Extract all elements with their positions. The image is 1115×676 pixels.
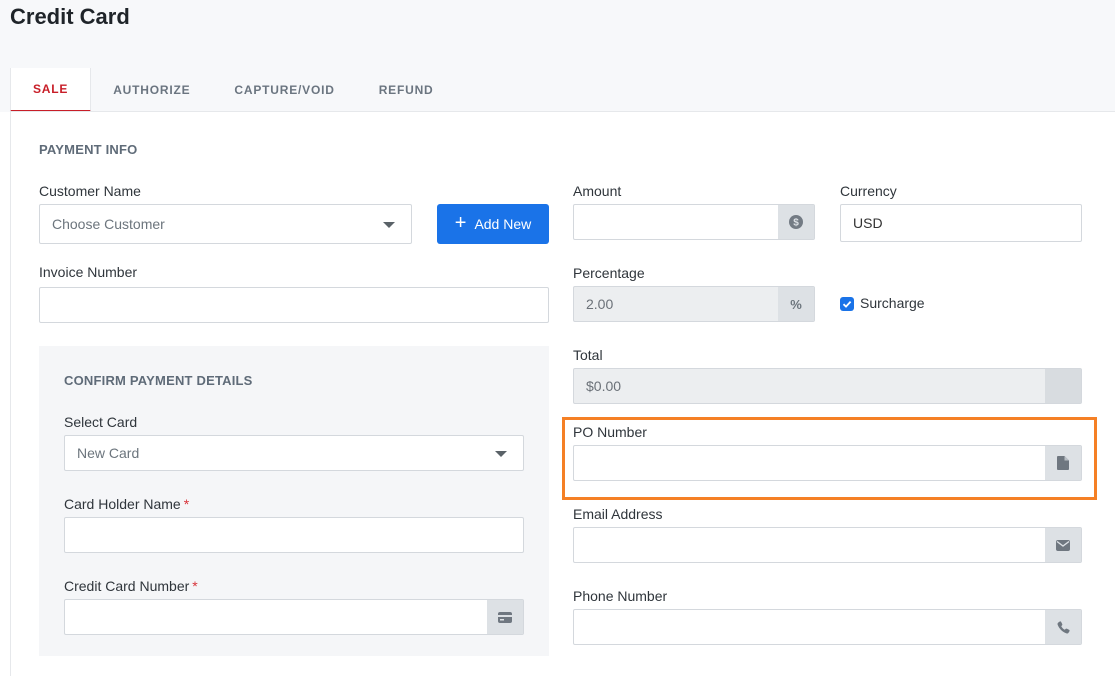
card-holder-input[interactable]: [64, 517, 524, 553]
dollar-icon: $: [778, 205, 814, 239]
page-title: Credit Card: [10, 4, 130, 29]
chevron-down-icon: [383, 222, 395, 228]
invoice-number-label: Invoice Number: [39, 264, 138, 280]
envelope-icon: [1045, 528, 1081, 562]
percent-addon: %: [778, 287, 814, 321]
percentage-label: Percentage: [573, 265, 645, 281]
tab-sale[interactable]: SALE: [10, 68, 92, 112]
card-number-input[interactable]: [64, 599, 524, 635]
total-label: Total: [573, 347, 603, 363]
payment-info-title: PAYMENT INFO: [39, 142, 138, 157]
email-label: Email Address: [573, 506, 663, 522]
card-holder-label: Card Holder Name *: [64, 496, 189, 512]
select-card-value: New Card: [77, 445, 140, 461]
tab-refund[interactable]: REFUND: [357, 68, 456, 112]
chevron-down-icon: [495, 451, 507, 457]
phone-input[interactable]: [573, 609, 1082, 645]
email-input[interactable]: [573, 527, 1082, 563]
plus-icon: +: [454, 212, 467, 234]
select-card-label: Select Card: [64, 414, 138, 430]
currency-input[interactable]: USD: [840, 204, 1082, 242]
add-new-button[interactable]: + Add New: [437, 204, 549, 244]
currency-label: Currency: [840, 183, 897, 199]
total-addon: [1045, 369, 1081, 403]
credit-card-icon: [487, 600, 523, 634]
amount-input[interactable]: $: [573, 204, 815, 240]
total-input: $0.00: [573, 368, 1082, 404]
percentage-input[interactable]: 2.00 %: [573, 286, 815, 322]
po-number-highlight: [562, 417, 1097, 500]
surcharge-label: Surcharge: [860, 295, 925, 311]
surcharge-checkbox[interactable]: [840, 297, 854, 311]
customer-select[interactable]: Choose Customer: [39, 204, 412, 244]
add-new-label: Add New: [474, 216, 532, 232]
phone-label: Phone Number: [573, 588, 668, 604]
total-value: $0.00: [586, 378, 622, 394]
tab-capture-void[interactable]: CAPTURE/VOID: [212, 68, 356, 112]
tab-bar: SALE AUTHORIZE CAPTURE/VOID REFUND: [10, 68, 456, 112]
amount-label: Amount: [573, 183, 622, 199]
currency-value: USD: [853, 215, 883, 231]
required-mark: *: [183, 496, 190, 512]
phone-icon: [1045, 610, 1081, 644]
required-mark: *: [192, 578, 198, 594]
confirm-payment-title: CONFIRM PAYMENT DETAILS: [64, 373, 253, 388]
svg-text:$: $: [793, 218, 799, 229]
customer-name-label: Customer Name: [39, 183, 141, 199]
checkmark-icon: [842, 300, 852, 308]
select-card-dropdown[interactable]: New Card: [64, 435, 524, 471]
card-number-label: Credit Card Number *: [64, 578, 198, 594]
card-holder-label-text: Card Holder Name: [64, 496, 181, 512]
percentage-value: 2.00: [586, 296, 614, 312]
tab-authorize[interactable]: AUTHORIZE: [91, 68, 212, 112]
invoice-number-input[interactable]: [39, 287, 549, 323]
card-number-label-text: Credit Card Number: [64, 578, 190, 594]
customer-select-placeholder: Choose Customer: [52, 216, 165, 232]
